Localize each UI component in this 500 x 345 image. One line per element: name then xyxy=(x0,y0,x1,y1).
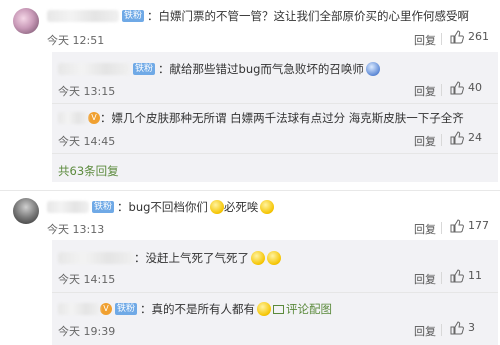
username-blurred[interactable] xyxy=(58,303,100,315)
more-replies-link[interactable]: 共63条回复 xyxy=(58,163,119,179)
username-blurred[interactable] xyxy=(47,201,89,213)
comment-image-link[interactable]: 评论配图 xyxy=(286,302,332,316)
timestamp: 今天 13:15 xyxy=(58,85,116,98)
fan-badge: 铁粉 xyxy=(122,10,145,22)
reply-button[interactable]: 回复 xyxy=(414,323,436,339)
timestamp: 今天 14:45 xyxy=(58,135,116,148)
username-blurred[interactable] xyxy=(47,10,119,22)
fan-badge: 铁粉 xyxy=(115,303,138,315)
thumbs-up-icon xyxy=(450,81,464,95)
vip-badge: V xyxy=(100,303,112,315)
image-icon xyxy=(273,304,285,314)
timestamp: 今天 12:51 xyxy=(47,34,105,47)
like-button[interactable]: 11 xyxy=(450,269,482,283)
fan-badge: 铁粉 xyxy=(92,201,115,213)
reply-text: V 铁粉 ：真的不是所有人都有 评论配图 xyxy=(58,301,332,317)
reply-text: 铁粉 ：献给那些错过bug而气急败坏的召唤师 xyxy=(58,61,380,77)
thumbs-up-icon xyxy=(450,321,464,335)
like-count: 261 xyxy=(468,30,489,43)
comment-text: 铁粉 ：白嫖门票的不管一管？这让我们全部原价买的心里作何感受啊 xyxy=(47,8,469,24)
like-count: 40 xyxy=(468,81,482,94)
reply-button[interactable]: 回复 xyxy=(414,221,436,237)
reply-button[interactable]: 回复 xyxy=(414,32,436,48)
like-button[interactable]: 24 xyxy=(450,131,482,145)
emoji-icon xyxy=(209,200,224,214)
like-count: 24 xyxy=(468,131,482,144)
like-button[interactable]: 40 xyxy=(450,81,482,95)
reply-text: V ：嫖几个皮肤那种无所谓 白嫖两千法球有点过分 海克斯皮肤一下子全齐 xyxy=(58,110,464,126)
timestamp: 今天 13:13 xyxy=(47,223,105,236)
emoji-icon xyxy=(251,251,265,265)
reply-button[interactable]: 回复 xyxy=(414,83,436,99)
comment-text: 铁粉 ：bug不回档你们 必死唉 xyxy=(47,199,275,215)
thumbs-up-icon xyxy=(450,269,464,283)
like-button[interactable]: 261 xyxy=(450,30,489,44)
like-button[interactable]: 177 xyxy=(450,219,489,233)
timestamp: 今天 14:15 xyxy=(58,273,116,286)
reply-text: ：没赶上气死了气死了 xyxy=(58,250,281,266)
like-count: 11 xyxy=(468,269,482,282)
thumbs-up-icon xyxy=(450,30,464,44)
username-blurred[interactable] xyxy=(58,112,88,124)
emoji-icon xyxy=(267,251,281,265)
sticker-icon xyxy=(365,62,380,76)
like-count: 3 xyxy=(468,321,475,334)
username-blurred[interactable] xyxy=(58,63,130,75)
reply-button[interactable]: 回复 xyxy=(414,133,436,149)
vip-badge: V xyxy=(88,112,100,124)
timestamp: 今天 19:39 xyxy=(58,325,116,338)
emoji-icon xyxy=(257,302,272,316)
reply-button[interactable]: 回复 xyxy=(414,271,436,287)
like-button[interactable]: 3 xyxy=(450,321,475,335)
avatar[interactable] xyxy=(13,198,39,224)
emoji-icon xyxy=(260,200,275,214)
fan-badge: 铁粉 xyxy=(133,63,156,75)
thumbs-up-icon xyxy=(450,131,464,145)
username-blurred[interactable] xyxy=(58,252,134,264)
like-count: 177 xyxy=(468,219,489,232)
avatar[interactable] xyxy=(13,8,39,34)
thumbs-up-icon xyxy=(450,219,464,233)
